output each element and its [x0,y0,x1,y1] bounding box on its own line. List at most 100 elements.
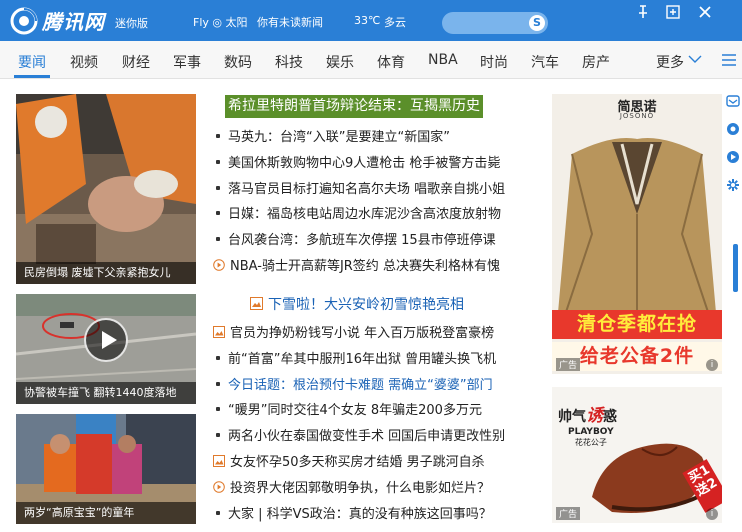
ad-info-icon[interactable]: i [706,359,718,371]
headline-item[interactable]: 马英九：台湾“入联”是要建立“新国家” [213,126,531,145]
photo-icon [213,455,225,467]
play-icon [102,331,117,349]
tencent-logo[interactable]: 腾讯网 迷你版 [10,6,148,35]
photo-icon [213,326,225,338]
video-icon [213,480,225,493]
bullet-icon [216,159,220,164]
headline-item[interactable]: 今日话题：根治预付卡难题 需确立“婆婆”部门 [213,374,531,393]
category-nav: 要闻 视频 财经 军事 数码 科技 娱乐 体育 NBA 时尚 汽车 房产 更多 [0,41,742,79]
scrollbar-thumb[interactable] [733,244,738,292]
photo-caption: 两岁“高原宝宝”的童年 [16,502,196,524]
photo-caption: 协警被车撞飞 翻转1440度落地 [16,382,196,404]
ad-banner-top: 清仓季都在抢 [552,310,722,339]
ad2-title: 帅气诱惑 [558,406,617,426]
ad-jacket[interactable]: 简思诺 JOSONO 清仓季都在抢 给老公备2件 广告 i [552,94,722,374]
ad2-brand: PLAYBOY 花花公子 [568,427,614,447]
bullet-icon [216,185,220,190]
nav-tab-sports[interactable]: 体育 [377,52,405,72]
section-headline-text: 下雪啦！大兴安岭初雪惊艳亮相 [268,297,464,313]
photo-card-traffic-video[interactable]: 协警被车撞飞 翻转1440度落地 [16,294,196,404]
chevron-down-icon[interactable] [688,54,702,64]
headline-text: 前“首富”牟其中服刑16年出狱 曾用罐头换飞机 [228,351,497,367]
photo-card-rescue[interactable]: 民房倒塌 废墟下父亲紧抱女儿 [16,94,196,284]
headline-text: NBA-骑士开高薪等JR签约 总决赛失利格林有愧 [230,259,500,274]
nav-tab-finance[interactable]: 财经 [122,52,150,72]
mini-version-badge: 迷你版 [115,16,148,30]
headline-item[interactable]: 美国休斯敦购物中心9人遭枪击 枪手被警方击毙 [213,152,531,171]
active-tab-underline [14,75,50,78]
photo-caption: 民房倒塌 废墟下父亲紧抱女儿 [16,262,196,284]
pin-button[interactable] [633,2,653,22]
tencent-logo-icon [10,7,38,34]
headline-item[interactable]: 投资界大佬因郭敬明争执，什么电影如烂片？ [213,477,531,496]
unread-news-link[interactable]: 你有未读新闻 [257,14,323,30]
settings-icon[interactable] [726,178,740,192]
headline-text: 美国休斯敦购物中心9人遭枪击 枪手被警方击毙 [228,155,501,171]
search-input[interactable]: S [442,12,548,34]
nav-tab-tech[interactable]: 科技 [275,52,303,72]
headline-text: 女友怀孕50多天称买房才结婚 男子跳河自杀 [230,455,485,470]
headline-item[interactable]: 女友怀孕50多天称买房才结婚 男子跳河自杀 [213,451,531,470]
headline-text: “暖男”同时交往4个女友 8年骗走200多万元 [228,403,482,419]
headline-text: 官员为挣奶粉钱写小说 年入百万版税登富豪榜 [230,326,495,341]
headline-item[interactable]: 前“首富”牟其中服刑16年出狱 曾用罐头换飞机 [213,348,531,367]
headline-item[interactable]: 大家 | 科学VS政治：真的没有种族这回事吗？ [213,503,531,522]
ad-shoes[interactable]: 帅气诱惑 PLAYBOY 花花公子 买1送2 广告 i [552,387,722,523]
logo-text: 腾讯网 [42,10,105,34]
title-bar: 腾讯网 迷你版 Fly ◎ 太阳 你有未读新闻 33℃ 多云 S [0,0,742,41]
nav-tab-auto[interactable]: 汽车 [531,52,559,72]
lead-headline[interactable]: 希拉里特朗普首场辩论结束：互揭黑历史 [225,95,483,118]
nav-tab-video[interactable]: 视频 [70,52,98,72]
close-icon [699,6,711,18]
bullet-icon [216,381,220,386]
headline-text: 两名小伙在泰国做变性手术 回国后申请更改性别 [228,429,506,445]
headline-text: 日媒：福岛核电站周边水库泥沙含高浓度放射物 [228,207,502,223]
rescue-photo [16,94,196,284]
ad-info-icon[interactable]: i [706,508,718,520]
headline-text: 今日话题：根治预付卡难题 需确立“婆婆”部门 [228,377,493,393]
ad-label: 广告 [556,507,581,520]
temperature: 33℃ [354,14,381,27]
bullet-icon [216,510,220,515]
video-icon[interactable] [726,150,740,164]
pin-icon [639,5,647,18]
headline-text: 落马官员目标打遍知名高尔夫场 唱歌亲自挑小姐 [228,181,506,197]
bullet-icon [216,407,220,412]
nav-tab-realestate[interactable]: 房产 [582,52,610,72]
bullet-icon [216,433,220,438]
photo-icon [250,297,263,310]
photo-card-highland-baby[interactable]: 两岁“高原宝宝”的童年 [16,414,196,524]
mail-icon[interactable] [726,94,740,108]
headline-item[interactable]: 官员为挣奶粉钱写小说 年入百万版税登富豪榜 [213,322,531,341]
expand-button[interactable] [663,2,683,22]
headline-item[interactable]: 日媒：福岛核电站周边水库泥沙含高浓度放射物 [213,203,531,222]
search-icon[interactable]: S [529,15,545,31]
headline-item[interactable]: “暖男”同时交往4个女友 8年骗走200多万元 [213,399,531,418]
weather-user[interactable]: Fly ◎ 太阳 [193,14,247,30]
nav-tab-digital[interactable]: 数码 [224,52,252,72]
nav-tab-fashion[interactable]: 时尚 [480,52,508,72]
headline-item[interactable]: 落马官员目标打遍知名高尔夫场 唱歌亲自挑小姐 [213,178,531,197]
nav-tab-entertainment[interactable]: 娱乐 [326,52,354,72]
nav-tab-nba[interactable]: NBA [428,52,458,68]
nav-tab-headlines[interactable]: 要闻 [18,52,46,72]
headline-item[interactable]: NBA-骑士开高薪等JR签约 总决赛失利格林有愧 [213,255,531,274]
close-button[interactable] [695,2,715,22]
nav-tab-military[interactable]: 军事 [173,52,201,72]
ad-label: 广告 [556,358,581,371]
section-headline[interactable]: 下雪啦！大兴安岭初雪惊艳亮相 [250,294,464,314]
headline-item[interactable]: 两名小伙在泰国做变性手术 回国后申请更改性别 [213,425,531,444]
bullet-icon [216,134,220,138]
headline-item[interactable]: 台风袭台湾：多航班车次停摆 15县市停班停课 [213,229,531,248]
play-button[interactable] [84,318,128,362]
nav-more-button[interactable]: 更多 [656,52,684,72]
video-icon [213,259,225,271]
headline-text: 马英九：台湾“入联”是要建立“新国家” [228,130,450,145]
plus-square-icon [666,5,680,19]
bullet-icon [216,355,220,360]
qq-icon[interactable] [726,122,740,136]
menu-icon[interactable] [722,54,736,66]
bullet-icon [216,237,220,242]
ad-brand-sub: JOSONO [619,112,655,120]
weather-desc: 多云 [384,16,406,29]
